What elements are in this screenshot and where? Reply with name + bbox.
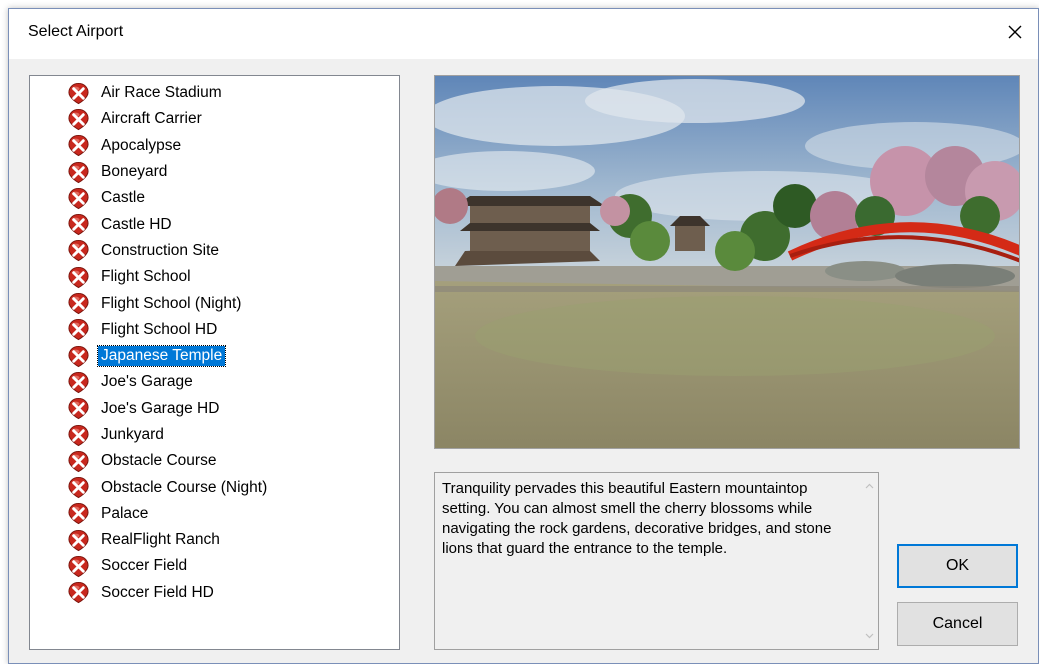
airport-pin-icon <box>67 266 90 289</box>
list-item-label: Palace <box>101 504 149 522</box>
airport-pin-icon <box>67 397 90 420</box>
list-item[interactable]: Flight School <box>30 264 399 290</box>
airport-pin-icon <box>67 318 90 341</box>
airport-pin-icon <box>67 450 90 473</box>
list-item[interactable]: Soccer Field <box>30 553 399 579</box>
airport-list: Air Race Stadium Aircraft Carrier Apocalyp… <box>30 76 399 606</box>
airport-pin-icon <box>67 108 90 131</box>
scroll-up-icon[interactable] <box>864 481 875 492</box>
close-icon <box>1008 25 1022 39</box>
list-item[interactable]: Boneyard <box>30 159 399 185</box>
list-item-label: Castle <box>101 189 145 207</box>
list-item-label: Junkyard <box>101 426 164 443</box>
airport-preview-image <box>434 75 1020 449</box>
airport-pin-icon <box>67 82 90 105</box>
airport-pin-icon <box>67 424 90 447</box>
list-item-label: Joe's Garage <box>101 373 193 391</box>
airport-pin-icon <box>67 292 90 315</box>
airport-pin-icon <box>67 529 90 552</box>
list-item[interactable]: Flight School HD <box>30 317 399 343</box>
list-item-label: Castle HD <box>101 215 172 233</box>
list-item[interactable]: Aircraft Carrier <box>30 106 399 132</box>
airport-pin-icon <box>67 371 90 394</box>
list-item-label: Boneyard <box>101 163 168 181</box>
list-item[interactable]: RealFlight Ranch <box>30 527 399 553</box>
list-item[interactable]: Joe's Garage <box>30 369 399 395</box>
list-item-label: Flight School (Night) <box>101 294 242 312</box>
list-item-label: Construction Site <box>101 241 220 259</box>
list-item[interactable]: Castle HD <box>30 211 399 237</box>
airport-pin-icon <box>67 187 90 210</box>
list-item[interactable]: Palace <box>30 501 399 527</box>
list-item[interactable]: Castle <box>30 185 399 211</box>
airport-pin-icon <box>67 476 90 499</box>
list-item[interactable]: Soccer Field HD <box>30 580 399 606</box>
list-item[interactable]: Joe's Garage HD <box>30 396 399 422</box>
list-item-label: Obstacle Course (Night) <box>101 478 268 496</box>
dialog-title: Select Airport <box>28 23 124 40</box>
airport-pin-icon <box>67 555 90 578</box>
airport-pin-icon <box>67 134 90 157</box>
list-item[interactable]: Obstacle Course <box>30 448 399 474</box>
list-item-label: Soccer Field HD <box>101 583 214 601</box>
airport-pin-icon <box>67 345 90 368</box>
airport-pin-icon <box>67 161 90 184</box>
title-bar: Select Airport <box>9 9 1038 59</box>
airport-pin-icon <box>67 502 90 525</box>
close-button[interactable] <box>998 15 1032 49</box>
list-item[interactable]: Obstacle Course (Night) <box>30 474 399 500</box>
list-item-label: Joe's Garage HD <box>101 399 220 417</box>
description-box[interactable]: Tranquility pervades this beautiful East… <box>434 472 879 650</box>
list-item[interactable]: Junkyard <box>30 422 399 448</box>
airport-listbox[interactable]: Air Race Stadium Aircraft Carrier Apocalyp… <box>29 75 400 650</box>
list-item-label: Soccer Field <box>101 557 188 575</box>
list-item-label: Obstacle Course <box>101 452 217 470</box>
list-item[interactable]: Apocalypse <box>30 133 399 159</box>
airport-pin-icon <box>67 239 90 262</box>
description-scrollbar[interactable] <box>861 473 878 649</box>
list-item-label: Air Race Stadium <box>101 84 222 102</box>
ok-button[interactable]: OK <box>897 544 1018 588</box>
list-item[interactable]: Japanese Temple <box>30 343 399 369</box>
list-item[interactable]: Air Race Stadium <box>30 80 399 106</box>
list-item-label: Apocalypse <box>101 136 182 154</box>
list-item-label: Flight School <box>101 268 191 286</box>
list-item[interactable]: Construction Site <box>30 238 399 264</box>
select-airport-dialog: Select Airport Air Race Stadium Aircraft … <box>8 8 1039 664</box>
airport-pin-icon <box>67 213 90 236</box>
list-item-label: Japanese Temple <box>96 345 227 368</box>
scroll-down-icon[interactable] <box>864 630 875 641</box>
airport-pin-icon <box>67 581 90 604</box>
airport-description: Tranquility pervades this beautiful East… <box>442 480 832 557</box>
cancel-button[interactable]: Cancel <box>897 602 1018 646</box>
list-item-label: Flight School HD <box>101 320 218 338</box>
list-item[interactable]: Flight School (Night) <box>30 290 399 316</box>
list-item-label: Aircraft Carrier <box>101 110 202 128</box>
list-item-label: RealFlight Ranch <box>101 531 220 549</box>
